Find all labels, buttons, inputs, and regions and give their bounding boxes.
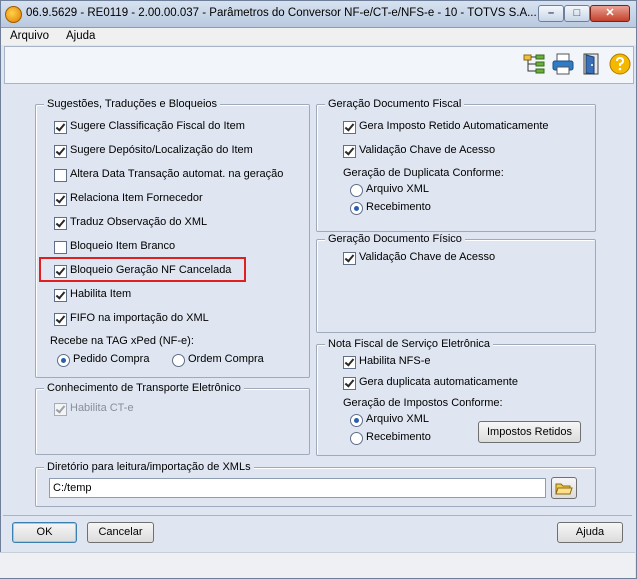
radio-label: Arquivo XML — [366, 183, 429, 195]
title-bar[interactable]: 06.9.5629 - RE0119 - 2.00.00.037 - Parâm… — [1, 1, 636, 28]
checkbox-label: Validação Chave de Acesso — [359, 144, 496, 156]
diretorio-input[interactable]: C:/temp — [49, 478, 546, 498]
checkbox-label: Relaciona Item Fornecedor — [70, 192, 203, 204]
checkbox-label: Habilita CT-e — [70, 402, 134, 414]
radio-button[interactable] — [350, 432, 363, 445]
checkbox-label: Traduz Observação do XML — [70, 216, 208, 228]
printer-icon[interactable] — [551, 52, 575, 76]
checkbox-box[interactable] — [343, 377, 356, 390]
checkbox-box[interactable] — [54, 145, 67, 158]
tree-structure-icon[interactable] — [522, 52, 546, 76]
checkbox-box[interactable] — [343, 252, 356, 265]
cte-legend: Conhecimento de Transporte Eletrônico — [44, 382, 244, 394]
checkbox-label: Bloqueio Item Branco — [70, 240, 176, 252]
browse-folder-button[interactable] — [551, 477, 577, 499]
duplicata-label: Geração de Duplicata Conforme: — [343, 167, 504, 179]
checkbox-label: Gera Imposto Retido Automaticamente — [359, 120, 549, 132]
radio-label: Recebimento — [366, 201, 431, 213]
doc-fiscal-legend: Geração Documento Fiscal — [325, 98, 465, 110]
checkbox-box[interactable] — [54, 193, 67, 206]
radio-label: Arquivo XML — [366, 413, 429, 425]
menu-bar: Arquivo Ajuda — [1, 28, 636, 45]
checkbox-label: FIFO na importação do XML — [70, 312, 209, 324]
checkbox-box[interactable] — [54, 313, 67, 326]
checkbox-label: Sugere Classificação Fiscal do Item — [70, 120, 245, 132]
radio-button[interactable] — [350, 202, 363, 215]
minimize-button[interactable]: – — [538, 5, 564, 22]
minimize-icon: – — [547, 7, 555, 19]
checkbox-label: Habilita Item — [70, 288, 132, 300]
radio-button[interactable] — [350, 414, 363, 427]
checkbox-label: Habilita NFS-e — [359, 355, 431, 367]
maximize-icon: □ — [573, 7, 581, 19]
separator — [3, 515, 632, 516]
sugestoes-legend: Sugestões, Traduções e Bloqueios — [44, 98, 221, 110]
checkbox-box — [54, 403, 67, 416]
close-button[interactable]: ✕ — [590, 5, 630, 22]
impostos-label: Geração de Impostos Conforme: — [343, 397, 503, 409]
status-bar — [0, 552, 635, 578]
checkbox-label: Altera Data Transação automat. na geraçã… — [70, 168, 284, 180]
checkbox-box[interactable] — [54, 121, 67, 134]
checkbox-box[interactable] — [343, 356, 356, 369]
highlight-box — [39, 257, 246, 282]
toolbar — [4, 46, 634, 84]
checkbox-label: Sugere Depósito/Localização do Item — [70, 144, 253, 156]
doc-fisico-legend: Geração Documento Físico — [325, 233, 465, 245]
xped-label: Recebe na TAG xPed (NF-e): — [50, 335, 194, 347]
checkbox-label: Gera duplicata automaticamente — [359, 376, 518, 388]
menu-arquivo[interactable]: Arquivo — [10, 30, 49, 42]
window-title: 06.9.5629 - RE0119 - 2.00.00.037 - Parâm… — [26, 7, 537, 19]
impostos-retidos-button[interactable]: Impostos Retidos — [478, 421, 581, 443]
checkbox-box[interactable] — [54, 169, 67, 182]
cancel-button[interactable]: Cancelar — [87, 522, 154, 543]
folder-open-icon — [555, 483, 573, 495]
radio-button[interactable] — [57, 354, 70, 367]
menu-ajuda[interactable]: Ajuda — [66, 30, 95, 42]
help-icon[interactable] — [608, 52, 632, 76]
checkbox-label: Validação Chave de Acesso — [359, 251, 496, 263]
diretorio-legend: Diretório para leitura/importação de XML… — [44, 461, 254, 473]
checkbox-box[interactable] — [54, 217, 67, 230]
checkbox-box[interactable] — [54, 289, 67, 302]
checkbox-box[interactable] — [343, 145, 356, 158]
radio-button[interactable] — [172, 354, 185, 367]
ok-button[interactable]: OK — [12, 522, 77, 543]
close-icon: ✕ — [605, 7, 615, 19]
cte-group: Conhecimento de Transporte Eletrônico — [35, 382, 310, 455]
nfse-legend: Nota Fiscal de Serviço Eletrônica — [325, 338, 494, 350]
exit-door-icon[interactable] — [580, 52, 604, 76]
radio-label: Pedido Compra — [73, 353, 150, 365]
radio-label: Ordem Compra — [188, 353, 264, 365]
maximize-button[interactable]: □ — [564, 5, 590, 22]
help-button[interactable]: Ajuda — [557, 522, 623, 543]
radio-button[interactable] — [350, 184, 363, 197]
checkbox-box[interactable] — [54, 241, 67, 254]
radio-label: Recebimento — [366, 431, 431, 443]
app-icon — [5, 6, 22, 23]
checkbox-box[interactable] — [343, 121, 356, 134]
